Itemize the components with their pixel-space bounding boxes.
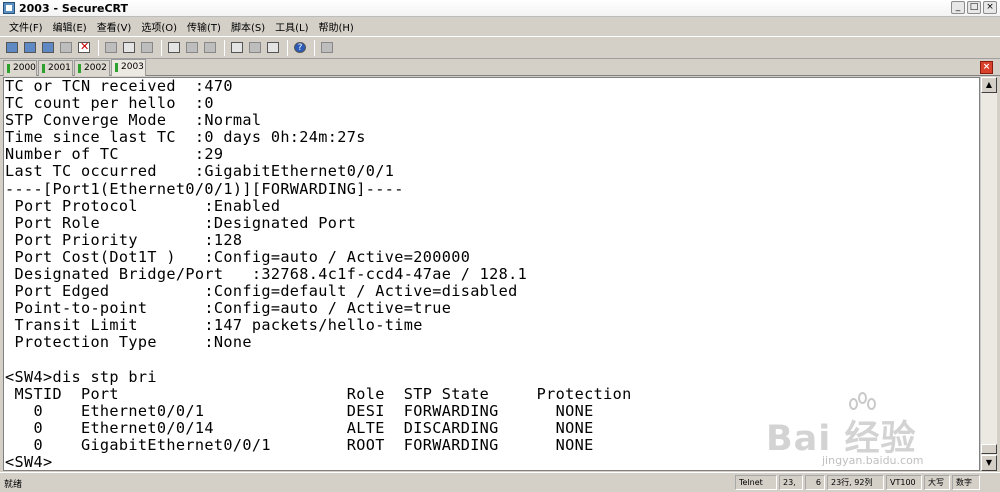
- terminal-line: Protection Type :None: [5, 333, 252, 352]
- terminal-line: ----[Port1(Ethernet0/0/1)][FORWARDING]--…: [5, 179, 404, 198]
- vertical-scrollbar[interactable]: ▲ ▼: [980, 77, 997, 471]
- terminal-line: Number of TC :29: [5, 145, 224, 164]
- window-controls: _ □ ×: [951, 1, 997, 14]
- menu-script[interactable]: 脚本(S): [226, 19, 270, 34]
- status-position: 23行, 92列: [827, 475, 884, 490]
- terminal-line: Port Role :Designated Port: [5, 213, 357, 232]
- terminal-line: 0 GigabitEthernet0/0/1 ROOT FORWARDING N…: [5, 435, 594, 454]
- terminal-line: <SW4>: [5, 453, 53, 471]
- menu-bar: 文件(F) 编辑(E) 查看(V) 选项(O) 传输(T) 脚本(S) 工具(L…: [0, 17, 1000, 36]
- copy-icon[interactable]: [103, 40, 120, 56]
- status-bar: 就绪 Telnet 23, 6 23行, 92列 VT100 大写 数字: [0, 472, 1000, 492]
- tab-2001[interactable]: 2001: [38, 60, 73, 76]
- status-terminal-type: VT100: [886, 475, 922, 490]
- terminal-line: <SW4>dis stp bri: [5, 367, 157, 386]
- tab-label: 2003: [121, 62, 144, 72]
- toolbar-separator: [224, 39, 225, 56]
- global-options-icon[interactable]: [247, 40, 264, 56]
- minimize-button[interactable]: _: [951, 1, 965, 14]
- toolbar-separator: [314, 39, 315, 56]
- session-status-icon: [42, 64, 45, 73]
- terminal-line: Designated Bridge/Port :32768.4c1f-ccd4-…: [5, 265, 528, 284]
- terminal-line: STP Converge Mode :Normal: [5, 111, 262, 130]
- toolbar-separator: [287, 39, 288, 56]
- terminal-line: Port Cost(Dot1T ) :Config=auto / Active=…: [5, 247, 471, 266]
- scroll-thumb[interactable]: [981, 444, 997, 454]
- terminal-line: Time since last TC :0 days 0h:24m:27s: [5, 128, 366, 147]
- status-ready: 就绪: [4, 480, 23, 490]
- connect-icon[interactable]: [4, 40, 21, 56]
- tab-2002[interactable]: 2002: [74, 60, 110, 76]
- help-icon[interactable]: ?: [292, 40, 309, 56]
- window-title: 2003 - SecureCRT: [19, 2, 129, 15]
- terminal-line: Port Priority :128: [5, 230, 243, 249]
- menu-transfer[interactable]: 传输(T): [182, 19, 226, 34]
- tab-label: 2001: [48, 63, 71, 73]
- menu-tools[interactable]: 工具(L): [270, 19, 313, 34]
- status-num: 数字: [952, 475, 980, 490]
- quick-connect-icon[interactable]: [22, 40, 39, 56]
- terminal-line: Last TC occurred :GigabitEthernet0/0/1: [5, 162, 395, 181]
- menu-view[interactable]: 查看(V): [92, 19, 137, 34]
- toolbar: ?: [0, 36, 1000, 58]
- terminal-line: Port Edged :Config=default / Active=disa…: [5, 282, 518, 301]
- status-col: 6: [805, 475, 825, 490]
- close-tab-icon[interactable]: ×: [980, 61, 993, 74]
- terminal-line: 0 Ethernet0/0/1 DESI FORWARDING NONE: [5, 401, 594, 420]
- terminal-line: Transit Limit :147 packets/hello-time: [5, 316, 423, 335]
- terminal-lines: TC or TCN received :470 TC count per hell…: [5, 77, 632, 471]
- maximize-button[interactable]: □: [967, 1, 981, 14]
- session-status-icon: [7, 64, 10, 73]
- sftp-icon[interactable]: [319, 40, 336, 56]
- find-icon[interactable]: [139, 40, 156, 56]
- keymap-icon[interactable]: [265, 40, 282, 56]
- terminal-line: 0 Ethernet0/0/14 ALTE DISCARDING NONE: [5, 418, 594, 437]
- menu-options[interactable]: 选项(O): [136, 19, 182, 34]
- scroll-up-icon[interactable]: ▲: [981, 77, 997, 93]
- securecrt-app-icon: [3, 2, 15, 14]
- title-bar: 2003 - SecureCRT _ □ ×: [0, 0, 1000, 17]
- session-status-icon: [78, 64, 81, 73]
- close-button[interactable]: ×: [983, 1, 997, 14]
- scroll-down-icon[interactable]: ▼: [981, 455, 997, 471]
- tab-label: 2000: [13, 63, 36, 73]
- tab-label: 2002: [84, 63, 107, 73]
- print-selection-icon[interactable]: [184, 40, 201, 56]
- terminal-line: MSTID Port Role STP State Protection: [5, 384, 632, 403]
- tab-2003[interactable]: 2003: [111, 59, 146, 76]
- reconnect-icon[interactable]: [58, 40, 75, 56]
- print-icon[interactable]: [166, 40, 183, 56]
- session-tab-strip: 2000 2001 2002 2003 ×: [0, 58, 1000, 76]
- terminal-line: TC count per hello :0: [5, 94, 214, 113]
- menu-edit[interactable]: 编辑(E): [48, 19, 92, 34]
- session-options-icon[interactable]: [229, 40, 246, 56]
- terminal-output[interactable]: TC or TCN received :470 TC count per hell…: [3, 77, 980, 471]
- session-status-icon: [115, 63, 118, 72]
- menu-file[interactable]: 文件(F): [4, 19, 48, 34]
- toolbar-separator: [98, 39, 99, 56]
- status-caps: 大写: [924, 475, 950, 490]
- tab-2000[interactable]: 2000: [3, 60, 37, 76]
- menu-help[interactable]: 帮助(H): [313, 19, 358, 34]
- terminal-line: Point-to-point :Config=auto / Active=tru…: [5, 299, 452, 318]
- connect-tab-icon[interactable]: [40, 40, 57, 56]
- toolbar-separator: [161, 39, 162, 56]
- terminal-line: Port Protocol :Enabled: [5, 196, 281, 215]
- paste-icon[interactable]: [121, 40, 138, 56]
- disconnect-icon[interactable]: [76, 40, 93, 56]
- terminal-line: TC or TCN received :470: [5, 77, 233, 95]
- status-protocol: Telnet: [735, 475, 777, 490]
- print-setup-icon[interactable]: [202, 40, 219, 56]
- status-row: 23,: [779, 475, 803, 490]
